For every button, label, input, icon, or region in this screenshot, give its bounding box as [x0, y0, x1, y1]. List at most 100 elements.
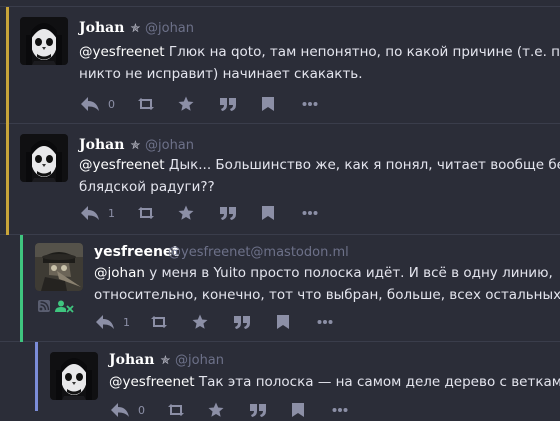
account-handle[interactable]: @yesfreenet@mastodon.ml — [168, 245, 349, 260]
bookmark-icon — [262, 97, 274, 111]
status-post[interactable]: Johan ✯ @johan @yesfreenet Дык... Большин… — [0, 124, 560, 235]
action-bar: 0 — [110, 399, 410, 421]
avatar[interactable] — [20, 134, 68, 182]
status-content: @yesfreenet Дык... Большинство же, как я… — [79, 154, 560, 198]
boost-icon — [138, 98, 154, 110]
account-handle[interactable]: @johan — [145, 138, 194, 153]
display-name-text: Johan — [79, 137, 125, 153]
mention-link[interactable]: @yesfreenet — [79, 157, 165, 173]
reply-count: 1 — [108, 206, 115, 220]
quote-icon — [250, 404, 266, 417]
star-icon — [192, 314, 208, 329]
rss-feed-icon — [38, 300, 50, 312]
reply-button[interactable]: 0 — [80, 93, 115, 115]
reply-icon — [96, 315, 114, 329]
quote-button[interactable] — [219, 202, 237, 224]
content-line: блядской радуги?? — [79, 179, 215, 195]
bookmark-button[interactable] — [261, 93, 275, 115]
reply-icon — [81, 206, 99, 220]
content-line: @johan у меня в Yuito просто полоска идё… — [94, 262, 560, 284]
avatar[interactable] — [35, 243, 83, 291]
action-bar: 1 — [80, 202, 380, 224]
status-content: @yesfreenet Глюк на qoto, там непонятно,… — [79, 41, 560, 85]
face-icon — [20, 134, 68, 182]
quote-button[interactable] — [219, 93, 237, 115]
display-name-text: Johan — [79, 20, 125, 36]
favourite-button[interactable] — [207, 399, 225, 421]
conversation-thread: Johan ✯ @johan @yesfreenet Глюк на qoto, … — [0, 0, 560, 417]
reply-count: 1 — [123, 315, 130, 329]
star-icon — [178, 205, 194, 220]
more-icon — [302, 211, 318, 215]
display-name-text: Johan — [109, 352, 155, 368]
display-name[interactable]: yesfreenet — [94, 244, 179, 260]
favourite-button[interactable] — [191, 311, 209, 333]
bot-star-icon: ✯ — [130, 138, 141, 152]
status-post[interactable]: Johan ✯ @johan @yesfreenet Глюк на qoto, … — [0, 7, 560, 124]
content-text: Так эта полоска — на самом деле дерево с… — [194, 374, 560, 390]
status-content: @yesfreenet Так эта полоска — на самом д… — [109, 371, 560, 393]
reply-button[interactable]: 1 — [80, 202, 115, 224]
more-button[interactable] — [332, 399, 348, 421]
bookmark-button[interactable] — [261, 202, 275, 224]
account-handle[interactable]: @johan — [175, 353, 224, 368]
content-line: относительно, конечно, тот что выбран, б… — [94, 287, 560, 303]
content-text: Глюк на qoto, там непонятно, по какой пр… — [164, 44, 560, 60]
reply-button[interactable]: 1 — [95, 311, 130, 333]
bookmark-icon — [292, 403, 304, 417]
blocked-user-icon — [55, 300, 74, 313]
quote-button[interactable] — [233, 311, 251, 333]
avatar[interactable] — [50, 352, 98, 400]
boost-button[interactable] — [149, 311, 169, 333]
more-button[interactable] — [302, 202, 318, 224]
star-icon — [178, 96, 194, 111]
more-icon — [332, 408, 348, 412]
content-text: у меня в Yuito просто полоска идёт. И вс… — [144, 265, 553, 281]
boost-button[interactable] — [166, 399, 186, 421]
mention-link[interactable]: @yesfreenet — [109, 374, 195, 390]
more-icon — [317, 320, 333, 324]
boost-button[interactable] — [136, 93, 156, 115]
status-content: @johan у меня в Yuito просто полоска идё… — [94, 262, 560, 306]
boost-icon — [138, 207, 154, 219]
star-icon — [208, 402, 224, 417]
display-name[interactable]: Johan ✯ — [109, 352, 170, 368]
bot-star-icon: ✯ — [130, 21, 141, 35]
status-post[interactable]: yesfreenet @yesfreenet@mastodon.ml @joha… — [0, 235, 560, 342]
quote-button[interactable] — [249, 399, 267, 421]
more-button[interactable] — [317, 311, 333, 333]
reply-icon — [81, 97, 99, 111]
face-icon — [50, 352, 98, 400]
account-handle[interactable]: @johan — [145, 21, 194, 36]
reply-count: 0 — [108, 97, 115, 111]
favourite-button[interactable] — [177, 93, 195, 115]
bookmark-icon — [262, 206, 274, 220]
bookmark-button[interactable] — [276, 311, 290, 333]
thread-line — [35, 342, 38, 411]
display-name[interactable]: Johan ✯ — [79, 20, 140, 36]
avatar[interactable] — [20, 17, 68, 65]
boost-icon — [151, 316, 167, 328]
bookmark-button[interactable] — [291, 399, 305, 421]
action-bar: 1 — [95, 311, 395, 333]
face-icon — [20, 17, 68, 65]
more-button[interactable] — [302, 93, 318, 115]
thread-line — [6, 124, 9, 235]
quote-icon — [234, 316, 250, 329]
quote-icon — [220, 207, 236, 220]
mention-link[interactable]: @yesfreenet — [79, 44, 165, 60]
thread-line — [6, 7, 9, 124]
mention-link[interactable]: @johan — [94, 265, 145, 281]
status-badges — [38, 298, 74, 317]
display-name[interactable]: Johan ✯ — [79, 137, 140, 153]
more-icon — [302, 102, 318, 106]
thread-line — [20, 235, 23, 342]
reply-icon — [111, 403, 129, 417]
content-line: @yesfreenet Глюк на qoto, там непонятно,… — [79, 41, 560, 63]
status-post[interactable]: Johan ✯ @johan @yesfreenet Так эта полоск… — [0, 342, 560, 417]
favourite-button[interactable] — [177, 202, 195, 224]
boost-button[interactable] — [136, 202, 156, 224]
display-name-text: yesfreenet — [94, 244, 180, 260]
reply-button[interactable]: 0 — [110, 399, 145, 421]
bot-star-icon: ✯ — [160, 353, 171, 367]
